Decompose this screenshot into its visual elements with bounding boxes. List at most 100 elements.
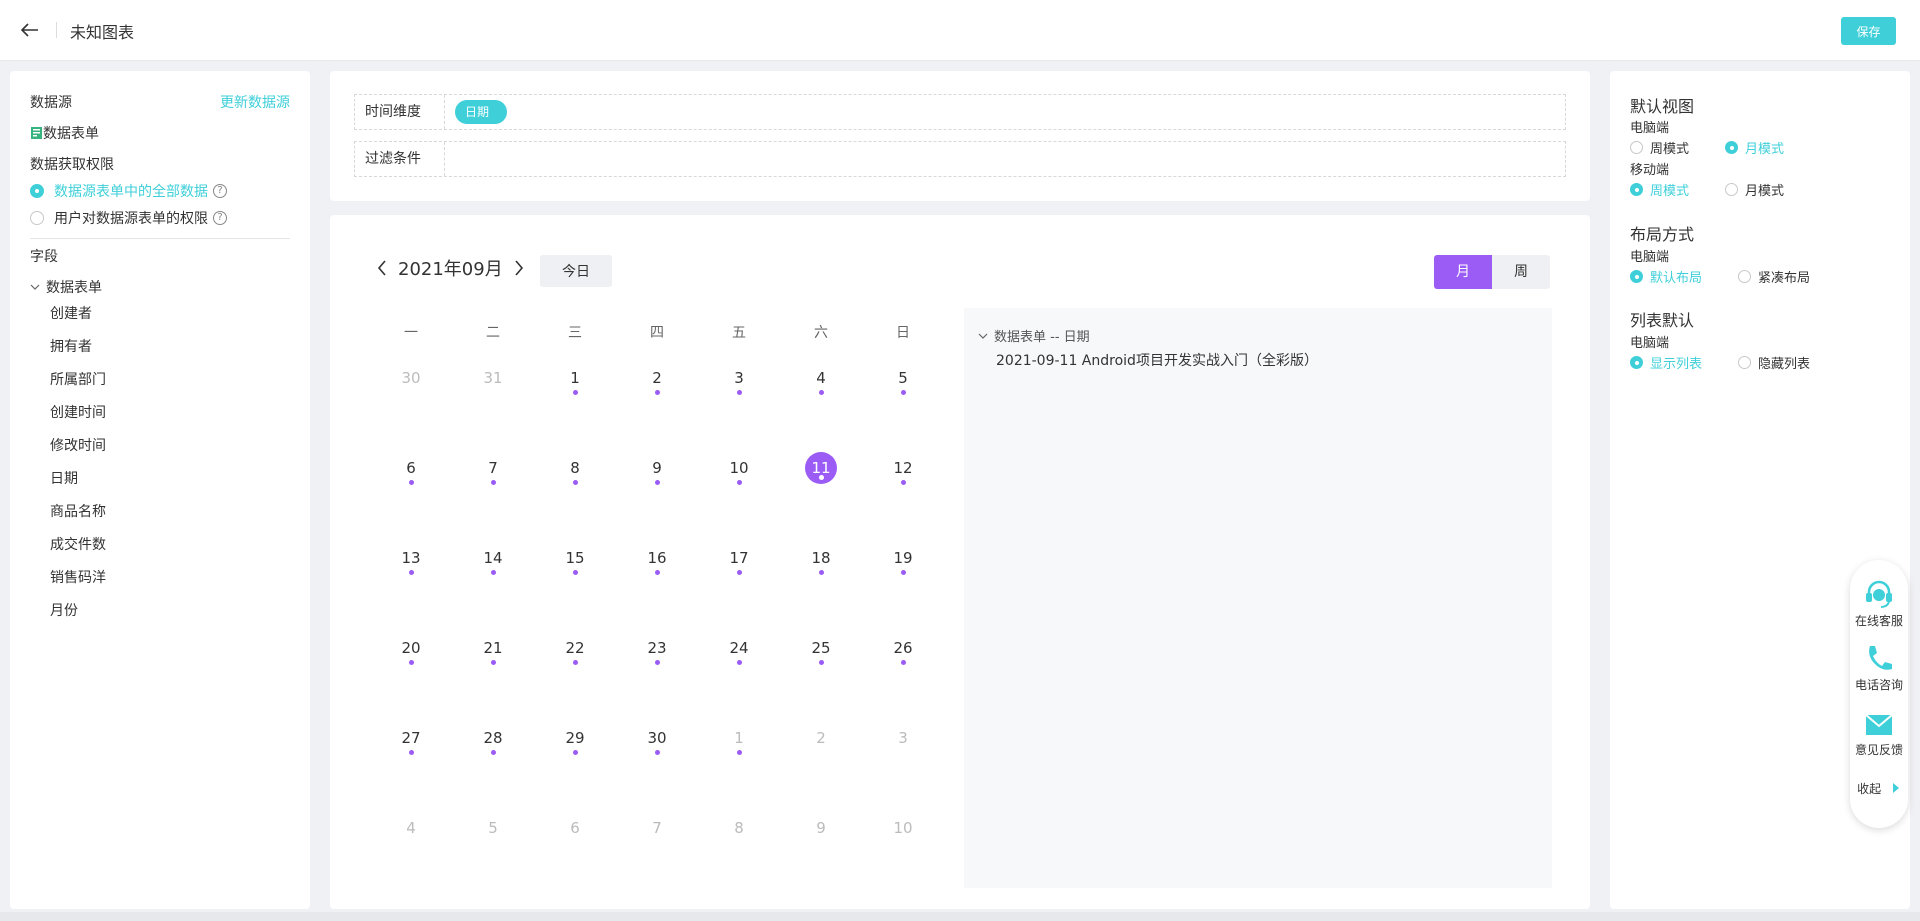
chevron-down-icon [30,284,40,290]
calendar-day[interactable]: 18 [780,547,862,607]
field-item[interactable]: 日期 [50,468,78,488]
calendar-day[interactable]: 7 [452,457,534,517]
calendar-day[interactable]: 5 [862,367,944,427]
calendar-day[interactable]: 21 [452,637,534,697]
today-button[interactable]: 今日 [540,255,612,287]
calendar-day[interactable]: 30 [370,367,452,427]
calendar-day[interactable]: 8 [698,817,780,877]
calendar-day[interactable]: 2 [616,367,698,427]
calendar-day[interactable]: 3 [862,727,944,787]
event-dot [408,480,414,485]
datasource-form[interactable]: 数据表单 [31,123,99,143]
calendar-day[interactable]: 27 [370,727,452,787]
field-item[interactable]: 成交件数 [50,534,106,554]
save-button[interactable]: 保存 [1841,17,1896,45]
online-service-button[interactable]: 在线客服 [1850,578,1908,629]
mobile-month-mode-option[interactable]: 月模式 [1725,180,1784,199]
month-view-button[interactable]: 月 [1434,255,1492,289]
field-item[interactable]: 销售码洋 [50,567,106,587]
time-dimension-row[interactable]: 时间维度 日期 [354,94,1566,130]
filter-row[interactable]: 过滤条件 [354,141,1566,177]
radio-unchecked[interactable] [1630,141,1643,154]
help-icon[interactable]: ? [213,184,227,198]
radio-checked[interactable] [1630,183,1643,196]
calendar-day[interactable]: 2 [780,727,862,787]
help-icon[interactable]: ? [213,211,227,225]
pc-week-mode-option[interactable]: 周模式 [1630,138,1689,157]
day-number: 4 [816,369,826,387]
calendar-day[interactable]: 6 [534,817,616,877]
field-item[interactable]: 修改时间 [50,435,106,455]
hide-list-option[interactable]: 隐藏列表 [1738,353,1810,372]
update-datasource-link[interactable]: 更新数据源 [220,92,290,112]
radio-checked[interactable] [1630,270,1643,283]
collapse-button[interactable]: 收起 [1850,780,1908,797]
field-item[interactable]: 商品名称 [50,501,106,521]
calendar-day[interactable]: 14 [452,547,534,607]
layout-compact-option[interactable]: 紧凑布局 [1738,267,1810,286]
calendar-day[interactable]: 13 [370,547,452,607]
field-item[interactable]: 所属部门 [50,369,106,389]
chevron-left-icon[interactable] [374,257,390,279]
calendar-day[interactable]: 28 [452,727,534,787]
calendar-day[interactable]: 25 [780,637,862,697]
calendar-day[interactable]: 3 [698,367,780,427]
time-dimension-chip[interactable]: 日期 [455,100,508,124]
calendar-day[interactable]: 7 [616,817,698,877]
calendar-day[interactable]: 29 [534,727,616,787]
calendar-day[interactable]: 1 [698,727,780,787]
pc-month-mode-option[interactable]: 月模式 [1725,138,1784,157]
calendar-day[interactable]: 26 [862,637,944,697]
permission-option-user[interactable]: 用户对数据源表单的权限 ? [30,208,227,228]
permission-option-all[interactable]: 数据源表单中的全部数据 ? [30,181,227,201]
field-item[interactable]: 拥有者 [50,336,92,356]
radio-checked[interactable] [1725,141,1738,154]
calendar-day[interactable]: 16 [616,547,698,607]
calendar-day[interactable]: 31 [452,367,534,427]
week-view-button[interactable]: 周 [1492,255,1550,289]
layout-default-option[interactable]: 默认布局 [1630,267,1702,286]
radio-checked[interactable] [1630,356,1643,369]
calendar-day[interactable]: 10 [862,817,944,877]
field-group-header[interactable]: 数据表单 [30,277,102,297]
calendar-day[interactable]: 1 [534,367,616,427]
event-item[interactable]: 2021-09-11 Android项目开发实战入门（全彩版） [996,350,1318,370]
calendar-day[interactable]: 20 [370,637,452,697]
radio-checked[interactable] [30,184,44,198]
calendar-day[interactable]: 12 [862,457,944,517]
back-arrow-icon[interactable] [18,18,42,42]
event-group-header[interactable]: 数据表单 -- 日期 [978,326,1090,345]
calendar-day[interactable]: 6 [370,457,452,517]
field-item[interactable]: 创建时间 [50,402,106,422]
calendar-day[interactable]: 5 [452,817,534,877]
calendar-day[interactable]: 24 [698,637,780,697]
mobile-week-mode-option[interactable]: 周模式 [1630,180,1689,199]
calendar-day-selected[interactable]: 11 [780,452,862,512]
calendar-day[interactable]: 8 [534,457,616,517]
calendar-day[interactable]: 19 [862,547,944,607]
feedback-button[interactable]: 意见反馈 [1850,707,1908,758]
calendar-day[interactable]: 23 [616,637,698,697]
calendar-day[interactable]: 9 [616,457,698,517]
calendar-day[interactable]: 15 [534,547,616,607]
radio-unchecked[interactable] [1725,183,1738,196]
chevron-right-icon[interactable] [511,257,527,279]
event-dot [736,750,742,755]
radio-unchecked[interactable] [1738,356,1751,369]
event-dot [736,390,742,395]
field-item[interactable]: 创建者 [50,303,92,323]
calendar-day[interactable]: 9 [780,817,862,877]
calendar-day[interactable]: 22 [534,637,616,697]
calendar-day[interactable]: 4 [370,817,452,877]
radio-unchecked[interactable] [30,211,44,225]
field-item[interactable]: 月份 [50,600,78,620]
show-list-option[interactable]: 显示列表 [1630,353,1702,372]
calendar-day[interactable]: 30 [616,727,698,787]
caret-right-icon [1892,783,1899,793]
weekday-label: 五 [732,325,746,341]
radio-unchecked[interactable] [1738,270,1751,283]
calendar-day[interactable]: 10 [698,457,780,517]
calendar-day[interactable]: 4 [780,367,862,427]
calendar-day[interactable]: 17 [698,547,780,607]
phone-consult-button[interactable]: 电话咨询 [1850,642,1908,693]
